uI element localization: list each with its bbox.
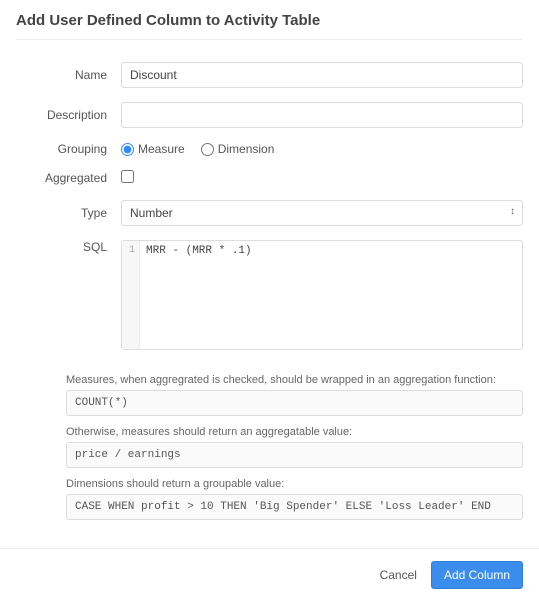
hint3-code: CASE WHEN profit > 10 THEN 'Big Spender'…: [66, 494, 523, 520]
sql-gutter: 1: [122, 241, 140, 349]
grouping-measure-option[interactable]: Measure: [121, 142, 185, 156]
grouping-label: Grouping: [16, 142, 121, 156]
sql-line-number: 1: [122, 245, 135, 256]
aggregated-label: Aggregated: [16, 171, 121, 185]
type-label: Type: [16, 206, 121, 220]
name-input[interactable]: [121, 62, 523, 88]
grouping-measure-label: Measure: [138, 142, 185, 156]
row-name: Name: [16, 62, 523, 88]
row-sql: SQL 1 MRR - (MRR * .1): [16, 240, 523, 350]
grouping-dimension-option[interactable]: Dimension: [201, 142, 275, 156]
type-select[interactable]: Number: [121, 200, 523, 226]
hint3-label: Dimensions should return a groupable val…: [66, 478, 523, 490]
row-type: Type Number ↕: [16, 200, 523, 226]
row-grouping: Grouping Measure Dimension: [16, 142, 523, 156]
row-description: Description: [16, 102, 523, 128]
hint2-label: Otherwise, measures should return an agg…: [66, 426, 523, 438]
hint2-code: price / earnings: [66, 442, 523, 468]
description-input[interactable]: [121, 102, 523, 128]
add-column-button[interactable]: Add Column: [431, 561, 523, 589]
sql-label: SQL: [16, 240, 121, 254]
grouping-measure-radio[interactable]: [121, 143, 134, 156]
sql-code[interactable]: MRR - (MRR * .1): [140, 241, 522, 349]
sql-editor[interactable]: 1 MRR - (MRR * .1): [121, 240, 523, 350]
hint1-label: Measures, when aggregrated is checked, s…: [66, 374, 523, 386]
hints-section: Measures, when aggregrated is checked, s…: [16, 374, 523, 520]
type-select-value: Number: [130, 206, 173, 220]
name-label: Name: [16, 68, 121, 82]
dialog-footer: Cancel Add Column: [0, 549, 539, 601]
row-aggregated: Aggregated: [16, 170, 523, 186]
hint1-code: COUNT(*): [66, 390, 523, 416]
grouping-dimension-radio[interactable]: [201, 143, 214, 156]
cancel-button[interactable]: Cancel: [380, 568, 417, 582]
dialog-title: Add User Defined Column to Activity Tabl…: [16, 12, 523, 40]
aggregated-checkbox[interactable]: [121, 170, 134, 183]
grouping-dimension-label: Dimension: [218, 142, 275, 156]
description-label: Description: [16, 108, 121, 122]
add-column-dialog: Add User Defined Column to Activity Tabl…: [0, 0, 539, 549]
